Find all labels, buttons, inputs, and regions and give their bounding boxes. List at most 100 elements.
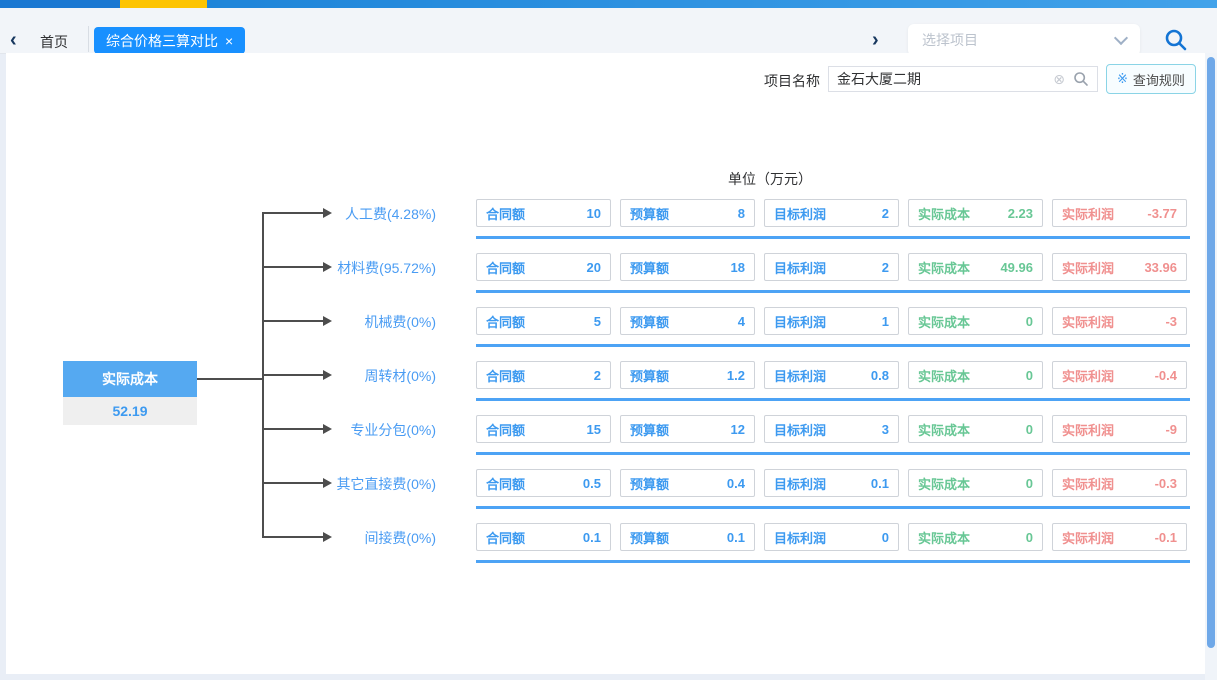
metric-box: 实际利润-0.4 bbox=[1052, 361, 1187, 389]
project-name-input[interactable]: 金石大厦二期 ⊗ bbox=[828, 66, 1098, 92]
metric-label: 目标利润 bbox=[774, 474, 826, 493]
metric-value: 10 bbox=[587, 206, 601, 221]
input-search-icon[interactable] bbox=[1073, 71, 1089, 87]
metric-box: 合同额 0.1 bbox=[476, 523, 611, 551]
metric-box: 合同额2 bbox=[476, 361, 611, 389]
cost-category-label: 周转材(0%) bbox=[300, 366, 436, 386]
project-name-label: 项目名称 bbox=[764, 71, 820, 91]
metric-box: 目标利润1 bbox=[764, 307, 899, 335]
metric-value: 0.1 bbox=[583, 530, 601, 545]
metric-value: 4 bbox=[738, 314, 745, 329]
metric-box: 实际利润-9 bbox=[1052, 415, 1187, 443]
metric-box: 目标利润0 bbox=[764, 523, 899, 551]
metric-value: 0.1 bbox=[727, 530, 745, 545]
metric-value: -3 bbox=[1165, 314, 1177, 329]
metric-box: 实际成本49.96 bbox=[908, 253, 1043, 281]
metric-value: 0 bbox=[1026, 314, 1033, 329]
metric-box: 实际利润-0.1 bbox=[1052, 523, 1187, 551]
metric-value: 0 bbox=[1026, 422, 1033, 437]
metric-label: 合同额 bbox=[486, 528, 525, 547]
metric-box: 预算额 4 bbox=[620, 307, 755, 335]
metric-label: 目标利润 bbox=[774, 312, 826, 331]
metric-label: 实际利润 bbox=[1062, 258, 1114, 277]
root-node-value: 52.19 bbox=[63, 397, 197, 425]
cost-category-label: 其它直接费(0%) bbox=[300, 474, 436, 494]
metric-label: 预算额 bbox=[630, 474, 669, 493]
metric-label: 合同额 bbox=[486, 420, 525, 439]
metric-box: 目标利润 2 bbox=[764, 253, 899, 281]
metric-value: 0 bbox=[1026, 368, 1033, 383]
back-chevron-icon[interactable]: ‹ bbox=[10, 28, 17, 52]
tree-root-connector-line bbox=[197, 378, 263, 380]
metric-value: 49.96 bbox=[1000, 260, 1033, 275]
row-underline bbox=[476, 506, 1190, 509]
metric-label: 实际成本 bbox=[918, 312, 970, 331]
scrollbar-thumb[interactable] bbox=[1207, 57, 1215, 648]
search-icon[interactable] bbox=[1164, 28, 1188, 52]
metric-label: 实际利润 bbox=[1062, 312, 1114, 331]
metric-label: 合同额 bbox=[486, 474, 525, 493]
metric-value: 8 bbox=[738, 206, 745, 221]
metric-value: 0 bbox=[1026, 476, 1033, 491]
forward-chevron-icon[interactable]: › bbox=[872, 28, 879, 52]
metric-label: 预算额 bbox=[630, 312, 669, 331]
metric-box: 合同额0.5 bbox=[476, 469, 611, 497]
metric-label: 目标利润 bbox=[774, 204, 826, 223]
metric-label: 实际成本 bbox=[918, 528, 970, 547]
metric-box: 目标利润 2 bbox=[764, 199, 899, 227]
metric-value: 2 bbox=[594, 368, 601, 383]
metric-value: 0 bbox=[1026, 530, 1033, 545]
tab-active[interactable]: 综合价格三算对比 × bbox=[94, 27, 245, 54]
metric-value: -0.4 bbox=[1155, 368, 1177, 383]
metric-box: 合同额5 bbox=[476, 307, 611, 335]
cost-category-label: 机械费(0%) bbox=[300, 312, 436, 332]
metric-value: 0.4 bbox=[727, 476, 745, 491]
metric-value: 0.1 bbox=[871, 476, 889, 491]
metric-label: 目标利润 bbox=[774, 258, 826, 277]
query-rules-button[interactable]: ※ 查询规则 bbox=[1106, 64, 1196, 94]
metric-box: 实际利润-0.3 bbox=[1052, 469, 1187, 497]
project-name-value: 金石大厦二期 bbox=[837, 69, 1053, 89]
project-select-placeholder: 选择项目 bbox=[922, 30, 1116, 50]
tab-home[interactable]: 首页 bbox=[40, 32, 68, 52]
metric-label: 合同额 bbox=[486, 258, 525, 277]
metric-value: 0 bbox=[882, 530, 889, 545]
row-underline bbox=[476, 560, 1190, 563]
chevron-down-icon bbox=[1114, 31, 1128, 45]
metric-value: 2 bbox=[882, 206, 889, 221]
metric-value: -9 bbox=[1165, 422, 1177, 437]
metric-label: 实际成本 bbox=[918, 204, 970, 223]
metric-label: 实际成本 bbox=[918, 474, 970, 493]
metric-value: 20 bbox=[587, 260, 601, 275]
metric-value: 1.2 bbox=[727, 368, 745, 383]
query-rules-label: 查询规则 bbox=[1133, 70, 1185, 89]
metric-box: 预算额 8 bbox=[620, 199, 755, 227]
tab-bar: ‹ 首页 综合价格三算对比 × › 选择项目 bbox=[0, 8, 1217, 54]
project-select[interactable]: 选择项目 bbox=[908, 24, 1140, 56]
metric-label: 目标利润 bbox=[774, 420, 826, 439]
metric-box: 目标利润3 bbox=[764, 415, 899, 443]
metric-box: 预算额 1.2 bbox=[620, 361, 755, 389]
metric-box: 实际利润-3.77 bbox=[1052, 199, 1187, 227]
close-icon[interactable]: × bbox=[225, 34, 233, 48]
metric-box: 实际成本 0 bbox=[908, 307, 1043, 335]
metric-label: 预算额 bbox=[630, 366, 669, 385]
metric-label: 实际成本 bbox=[918, 366, 970, 385]
cost-category-label: 人工费(4.28%) bbox=[300, 204, 436, 224]
metric-box: 合同额15 bbox=[476, 415, 611, 443]
metric-label: 预算额 bbox=[630, 204, 669, 223]
metric-box: 预算额 0.4 bbox=[620, 469, 755, 497]
metric-label: 实际利润 bbox=[1062, 528, 1114, 547]
metric-box: 目标利润 0.1 bbox=[764, 469, 899, 497]
metric-value: 33.96 bbox=[1144, 260, 1177, 275]
metric-value: 0.8 bbox=[871, 368, 889, 383]
metric-value: 2 bbox=[882, 260, 889, 275]
clear-icon[interactable]: ⊗ bbox=[1053, 71, 1065, 88]
rule-icon: ※ bbox=[1117, 71, 1128, 87]
metric-label: 目标利润 bbox=[774, 366, 826, 385]
metric-box: 实际成本2.23 bbox=[908, 199, 1043, 227]
row-underline bbox=[476, 344, 1190, 347]
metric-box: 实际成本 0 bbox=[908, 523, 1043, 551]
root-node-title: 实际成本 bbox=[63, 361, 197, 397]
metric-label: 合同额 bbox=[486, 312, 525, 331]
